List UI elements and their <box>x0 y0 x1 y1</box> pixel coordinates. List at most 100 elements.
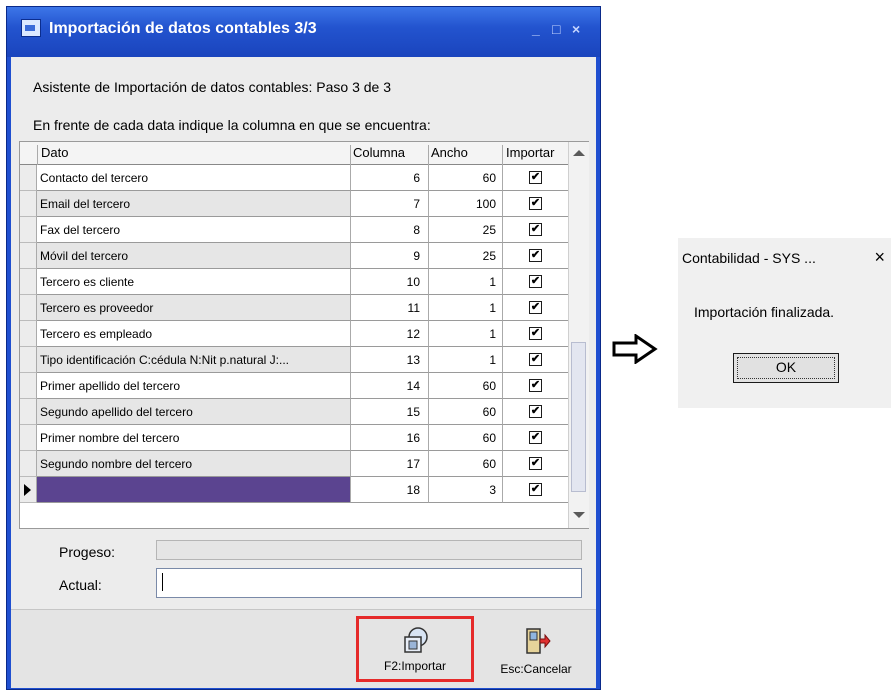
row-pointer-icon <box>24 484 31 496</box>
table-row[interactable]: Segundo nombre del tercero 17 60 ✔ <box>20 451 568 477</box>
cell-columna[interactable]: 11 <box>350 295 428 321</box>
title-bar[interactable]: Importación de datos contables 3/3 _ □ × <box>7 7 600 57</box>
scroll-down-icon[interactable] <box>573 512 585 518</box>
cell-ancho[interactable]: 25 <box>428 243 502 269</box>
importar-checkbox[interactable]: ✔ <box>529 431 542 444</box>
cell-dato[interactable]: Primer apellido del tercero <box>37 373 350 399</box>
app-icon <box>21 19 41 37</box>
cell-ancho[interactable]: 1 <box>428 321 502 347</box>
importar-checkbox[interactable]: ✔ <box>529 405 542 418</box>
wizard-instruction: En frente de cada data indique la column… <box>33 117 431 133</box>
header-ancho[interactable]: Ancho <box>431 145 468 160</box>
importar-checkbox[interactable]: ✔ <box>529 353 542 366</box>
cell-dato[interactable]: Móvil del tercero <box>37 243 350 269</box>
table-row[interactable]: Primer apellido del tercero 14 60 ✔ <box>20 373 568 399</box>
table-row[interactable]: Móvil del tercero 9 25 ✔ <box>20 243 568 269</box>
cell-columna[interactable]: 16 <box>350 425 428 451</box>
cell-ancho[interactable]: 60 <box>428 451 502 477</box>
table-row[interactable]: Tercero es empleado 12 1 ✔ <box>20 321 568 347</box>
exit-door-icon <box>526 628 551 654</box>
cell-ancho[interactable]: 25 <box>428 217 502 243</box>
data-grid[interactable]: Dato Columna Ancho Importar Contacto del… <box>19 141 589 529</box>
cell-dato[interactable]: Tercero es empleado <box>37 321 350 347</box>
cell-ancho[interactable]: 3 <box>428 477 502 503</box>
importar-checkbox[interactable]: ✔ <box>529 223 542 236</box>
cell-ancho[interactable]: 60 <box>428 165 502 191</box>
scroll-thumb[interactable] <box>571 342 586 492</box>
close-button[interactable]: × <box>572 21 580 37</box>
dialog-message: Importación finalizada. <box>694 304 835 320</box>
cell-dato[interactable]: Email del tercero <box>37 191 350 217</box>
cell-columna[interactable]: 14 <box>350 373 428 399</box>
table-row[interactable]: Primer nombre del tercero 16 60 ✔ <box>20 425 568 451</box>
window-title: Importación de datos contables 3/3 <box>49 20 317 37</box>
cell-columna[interactable]: 12 <box>350 321 428 347</box>
cell-columna[interactable]: 7 <box>350 191 428 217</box>
cell-dato[interactable]: Segundo nombre del tercero <box>37 451 350 477</box>
cell-columna[interactable]: 6 <box>350 165 428 191</box>
table-row[interactable]: Tercero es proveedor 11 1 ✔ <box>20 295 568 321</box>
dialog-close-button[interactable]: × <box>874 247 885 268</box>
cell-ancho[interactable]: 100 <box>428 191 502 217</box>
cell-ancho[interactable]: 1 <box>428 295 502 321</box>
grid-header: Dato Columna Ancho Importar <box>20 142 568 167</box>
cell-ancho[interactable]: 60 <box>428 373 502 399</box>
maximize-button[interactable]: □ <box>552 21 560 37</box>
cell-columna[interactable]: 10 <box>350 269 428 295</box>
table-row-selected[interactable]: 18 3 ✔ <box>20 477 568 503</box>
cell-columna[interactable]: 17 <box>350 451 428 477</box>
cell-dato[interactable]: Segundo apellido del tercero <box>37 399 350 425</box>
cell-dato[interactable]: Tercero es cliente <box>37 269 350 295</box>
cancel-button-label: Esc:Cancelar <box>500 662 572 676</box>
cell-columna[interactable]: 15 <box>350 399 428 425</box>
import-icon <box>404 627 428 653</box>
import-button[interactable]: F2:Importar <box>356 616 474 682</box>
importar-checkbox[interactable]: ✔ <box>529 249 542 262</box>
button-bar: F2:Importar Esc:Cancelar <box>11 609 596 688</box>
cell-dato[interactable]: Tercero es proveedor <box>37 295 350 321</box>
table-row[interactable]: Email del tercero 7 100 ✔ <box>20 191 568 217</box>
dialog-title: Contabilidad - SYS ... <box>682 250 816 266</box>
importar-checkbox[interactable]: ✔ <box>529 275 542 288</box>
progress-label: Progeso: <box>59 544 116 560</box>
right-arrow-icon <box>612 334 658 364</box>
header-columna[interactable]: Columna <box>353 145 405 160</box>
cell-dato[interactable]: Tipo identificación C:cédula N:Nit p.nat… <box>37 347 350 373</box>
cell-columna[interactable]: 18 <box>350 477 428 503</box>
actual-label: Actual: <box>59 577 102 593</box>
cell-columna[interactable]: 8 <box>350 217 428 243</box>
table-row[interactable]: Tipo identificación C:cédula N:Nit p.nat… <box>20 347 568 373</box>
importar-checkbox[interactable]: ✔ <box>529 197 542 210</box>
cell-columna[interactable]: 13 <box>350 347 428 373</box>
cell-ancho[interactable]: 1 <box>428 347 502 373</box>
importar-checkbox[interactable]: ✔ <box>529 327 542 340</box>
importar-checkbox[interactable]: ✔ <box>529 171 542 184</box>
ok-button[interactable]: OK <box>733 353 839 383</box>
vertical-scrollbar[interactable] <box>568 142 589 528</box>
cell-ancho[interactable]: 60 <box>428 425 502 451</box>
table-row[interactable]: Contacto del tercero 6 60 ✔ <box>20 165 568 191</box>
wizard-step-text: Asistente de Importación de datos contab… <box>33 79 392 95</box>
table-row[interactable]: Fax del tercero 8 25 ✔ <box>20 217 568 243</box>
cell-columna[interactable]: 9 <box>350 243 428 269</box>
cell-dato[interactable] <box>37 477 350 503</box>
cell-dato[interactable]: Contacto del tercero <box>37 165 350 191</box>
table-row[interactable]: Segundo apellido del tercero 15 60 ✔ <box>20 399 568 425</box>
scroll-up-icon[interactable] <box>573 150 585 156</box>
cancel-button[interactable]: Esc:Cancelar <box>477 616 595 682</box>
cell-ancho[interactable]: 1 <box>428 269 502 295</box>
importar-checkbox[interactable]: ✔ <box>529 301 542 314</box>
importar-checkbox[interactable]: ✔ <box>529 483 542 496</box>
importar-checkbox[interactable]: ✔ <box>529 379 542 392</box>
progress-bar <box>156 540 582 560</box>
cell-dato[interactable]: Fax del tercero <box>37 217 350 243</box>
actual-input[interactable] <box>156 568 582 598</box>
cell-dato[interactable]: Primer nombre del tercero <box>37 425 350 451</box>
minimize-button[interactable]: _ <box>532 21 540 37</box>
header-dato[interactable]: Dato <box>41 145 68 160</box>
completion-dialog: Contabilidad - SYS ... × Importación fin… <box>678 238 891 408</box>
importar-checkbox[interactable]: ✔ <box>529 457 542 470</box>
cell-ancho[interactable]: 60 <box>428 399 502 425</box>
header-importar[interactable]: Importar <box>506 145 554 160</box>
table-row[interactable]: Tercero es cliente 10 1 ✔ <box>20 269 568 295</box>
